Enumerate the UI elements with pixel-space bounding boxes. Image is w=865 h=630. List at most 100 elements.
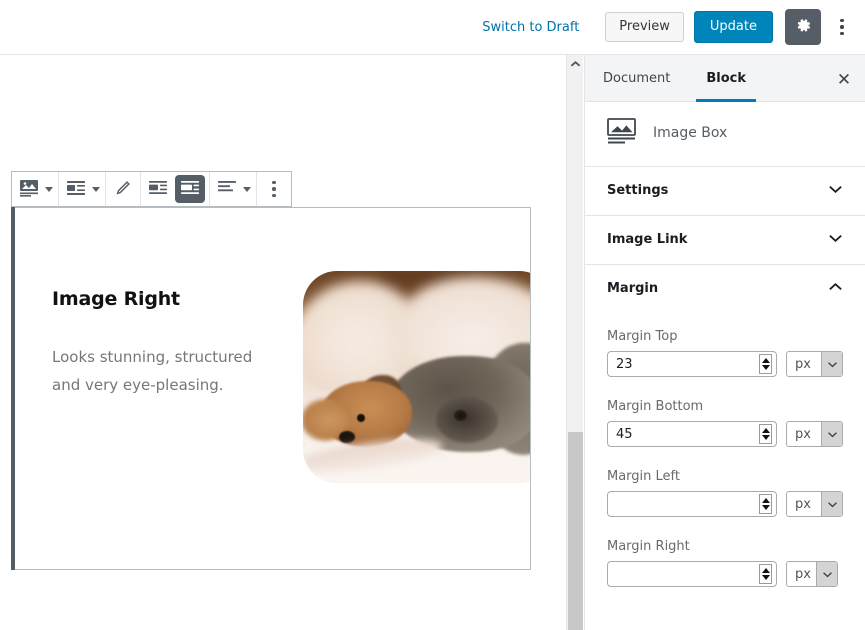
gear-icon: [795, 17, 812, 37]
sidebar-tabs: Document Block ✕: [585, 55, 865, 102]
media-layout-icon: [67, 180, 85, 198]
wordpress-block-editor: Switch to Draft Preview Update Image Rig…: [0, 0, 865, 630]
image-box-title[interactable]: Image Right: [52, 288, 282, 310]
tab-block[interactable]: Block: [688, 55, 764, 102]
margin-top-label: Margin Top: [607, 329, 678, 344]
block-type-chevron-down-icon[interactable]: [45, 186, 53, 192]
image-box-photo[interactable]: [303, 271, 530, 483]
kebab-dot: [840, 18, 844, 23]
panel-settings-title: Settings: [607, 183, 669, 198]
block-more-options-button[interactable]: [259, 172, 289, 206]
toolbar-group-media-layout: [59, 172, 106, 206]
two-dogs-sleeping-photo: [303, 271, 530, 483]
chevron-down-icon[interactable]: [821, 492, 842, 516]
margin-bottom-input-wrap[interactable]: [607, 421, 777, 447]
align-text-icon-button[interactable]: [212, 172, 242, 206]
header-actions: Switch to Draft Preview Update: [470, 0, 857, 54]
panel-image-link[interactable]: Image Link: [585, 216, 865, 265]
stepper-down-icon[interactable]: [761, 365, 770, 370]
panel-margin[interactable]: Margin: [585, 265, 865, 313]
photo-gray-dog-eye: [454, 410, 467, 421]
margin-right-stepper[interactable]: [759, 564, 772, 584]
margin-right-unit-select[interactable]: px: [786, 561, 838, 587]
stepper-up-icon[interactable]: [761, 428, 770, 433]
pencil-edit-icon: [114, 179, 132, 200]
toolbar-group-text-align: [210, 172, 257, 206]
image-right-layout-icon-button[interactable]: [175, 175, 205, 203]
margin-bottom-unit-select[interactable]: px: [786, 421, 843, 447]
chevron-down-icon[interactable]: [821, 352, 842, 376]
toolbar-group-alignment-layout: [141, 172, 210, 206]
panel-settings[interactable]: Settings: [585, 167, 865, 216]
chevron-up-icon: [828, 281, 843, 296]
stepper-down-icon[interactable]: [761, 435, 770, 440]
panel-margin-title: Margin: [607, 281, 659, 296]
margin-top-input[interactable]: [608, 352, 776, 376]
image-right-layout-icon: [181, 181, 199, 197]
stepper-up-icon[interactable]: [761, 358, 770, 363]
margin-top-stepper[interactable]: [759, 354, 772, 374]
canvas-scrollbar[interactable]: [566, 55, 583, 630]
image-left-layout-icon-button[interactable]: [143, 172, 173, 206]
photo-gray-dog-snout: [436, 397, 498, 443]
settings-gear-button[interactable]: [785, 9, 821, 45]
image-block-icon-button[interactable]: [14, 172, 44, 206]
image-box-content: Image Right Looks stunning, structured a…: [15, 208, 530, 569]
margin-left-input-wrap[interactable]: [607, 491, 777, 517]
margin-left-stepper[interactable]: [759, 494, 772, 514]
margin-left-unit-value: px: [795, 496, 811, 512]
tab-document[interactable]: Document: [585, 55, 688, 101]
sidebar-content: Image Box Settings Image Link Margin Mar…: [585, 102, 865, 630]
kebab-dot: [840, 31, 844, 36]
align-text-chevron-down-icon[interactable]: [243, 186, 251, 192]
kebab-dot: [840, 25, 844, 29]
margin-right-input-wrap[interactable]: [607, 561, 777, 587]
align-text-icon: [218, 181, 236, 197]
field-margin-top: Margin Top px: [607, 329, 843, 377]
kebab-dot: [272, 193, 276, 198]
image-box-block[interactable]: Image Right Looks stunning, structured a…: [11, 171, 531, 570]
preview-button[interactable]: Preview: [605, 11, 684, 43]
chevron-down-icon: [828, 232, 843, 247]
close-sidebar-button[interactable]: ✕: [829, 64, 859, 94]
margin-left-label: Margin Left: [607, 469, 680, 484]
margin-bottom-stepper[interactable]: [759, 424, 772, 444]
scrollbar-thumb[interactable]: [568, 432, 583, 630]
toolbar-group-more: [257, 172, 291, 206]
pencil-edit-icon-button[interactable]: [108, 172, 138, 206]
close-icon: ✕: [836, 69, 852, 89]
image-block-icon: [19, 179, 39, 200]
margin-right-input[interactable]: [608, 562, 776, 586]
margin-top-row: px: [607, 351, 843, 377]
switch-to-draft-button[interactable]: Switch to Draft: [470, 14, 591, 41]
margin-left-row: px: [607, 491, 843, 517]
panel-margin-body: Margin Top px: [585, 313, 865, 612]
margin-left-input[interactable]: [608, 492, 776, 516]
kebab-dot: [272, 180, 276, 185]
kebab-dot: [272, 187, 276, 191]
margin-top-unit-select[interactable]: px: [786, 351, 843, 377]
more-options-button[interactable]: [827, 9, 857, 45]
chevron-down-icon[interactable]: [816, 562, 837, 586]
chevron-down-icon[interactable]: [821, 422, 842, 446]
block-type-label: Image Box: [653, 125, 728, 141]
margin-right-unit-value: px: [795, 566, 811, 582]
scrollbar-up-button[interactable]: [567, 55, 583, 72]
margin-top-input-wrap[interactable]: [607, 351, 777, 377]
editor-canvas: Image Right Looks stunning, structured a…: [0, 55, 562, 630]
stepper-up-icon[interactable]: [761, 568, 770, 573]
image-box-description[interactable]: Looks stunning, structured and very eye-…: [52, 344, 282, 400]
margin-bottom-label: Margin Bottom: [607, 399, 704, 414]
media-layout-chevron-down-icon[interactable]: [92, 186, 100, 192]
margin-left-unit-select[interactable]: px: [786, 491, 843, 517]
update-button[interactable]: Update: [693, 10, 773, 44]
stepper-up-icon[interactable]: [761, 498, 770, 503]
settings-sidebar: Document Block ✕ Image Box Settings Imag…: [584, 55, 865, 630]
margin-bottom-unit-value: px: [795, 426, 811, 442]
photo-tan-dog-nose: [339, 431, 355, 443]
margin-bottom-input[interactable]: [608, 422, 776, 446]
stepper-down-icon[interactable]: [761, 575, 770, 580]
toolbar-group-block-type: [12, 172, 59, 206]
media-layout-icon-button[interactable]: [61, 172, 91, 206]
stepper-down-icon[interactable]: [761, 505, 770, 510]
